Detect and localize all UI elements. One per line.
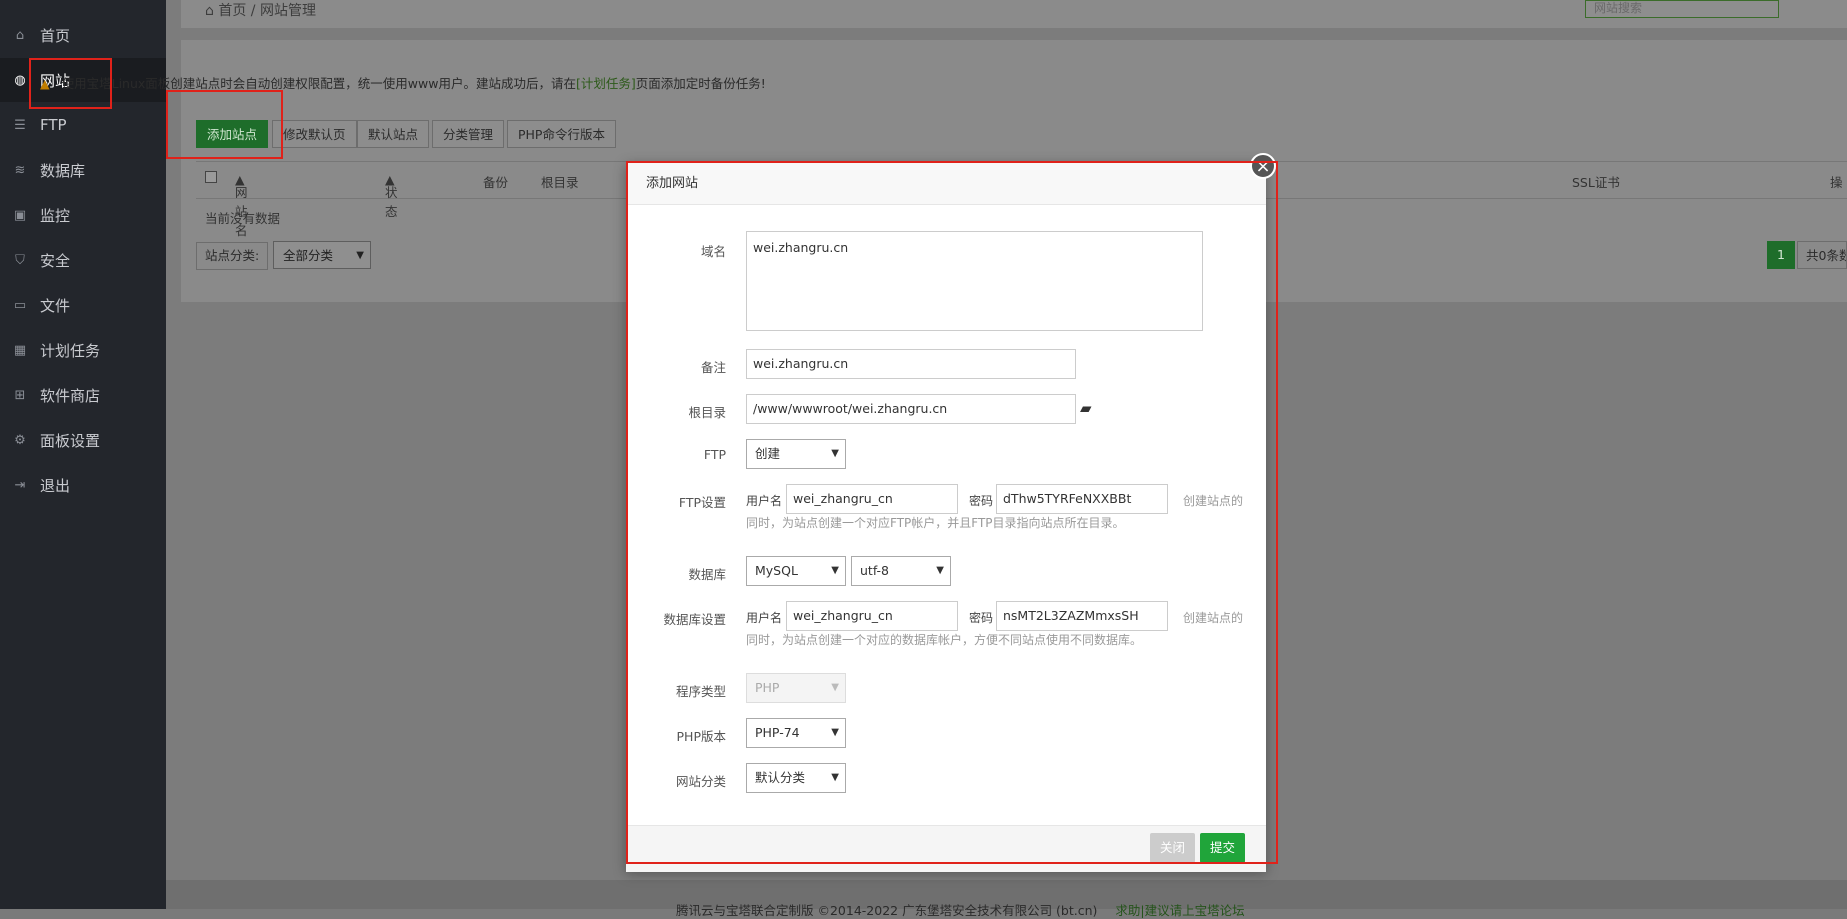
sidebar-item-label: 退出: [40, 476, 71, 495]
col-status[interactable]: 状态 ▲: [385, 172, 398, 219]
shield-icon: ⛉: [15, 252, 25, 268]
sidebar-item-label: FTP: [40, 116, 67, 134]
sidebar-item-label: 文件: [40, 296, 71, 315]
breadcrumb-separator: /: [250, 3, 260, 19]
sidebar-item-label: 数据库: [40, 161, 86, 180]
sidebar-item-label: 监控: [40, 206, 71, 225]
folder-icon: ▭: [13, 297, 27, 313]
sidebar-item-ftp[interactable]: ☰ FTP: [0, 103, 166, 147]
sidebar-item-label: 面板设置: [40, 431, 101, 450]
notice-text: 使用宝塔Linux面板创建站点时会自动创建权限配置，统一使用www用户。建站成功…: [61, 76, 576, 91]
footer-text: 腾讯云与宝塔联合定制版 ©2014-2022 广东堡塔安全技术有限公司 (bt.…: [676, 900, 1245, 919]
database-icon: ≋: [14, 162, 26, 178]
gear-icon: ⚙: [14, 432, 26, 448]
notice-text-end: 页面添加定时备份任务!: [635, 76, 766, 91]
sidebar-item-label: 安全: [40, 251, 71, 270]
sidebar-item-logout[interactable]: ⇥ 退出: [0, 463, 166, 507]
search-input[interactable]: 网站搜索: [1585, 0, 1779, 18]
cron-link[interactable]: [计划任务]: [576, 76, 636, 91]
sidebar: ⌂ 首页 ◍ 网站 ☰ FTP ≋ 数据库 ▣ 监控 ⛉ 安全 ▭ 文件 ▦ 计…: [0, 0, 166, 909]
sidebar-item-label: 软件商店: [40, 386, 101, 405]
col-backup: 备份: [483, 175, 509, 190]
sidebar-item-files[interactable]: ▭ 文件: [0, 283, 166, 327]
server-icon: ☰: [14, 117, 26, 133]
sidebar-item-home[interactable]: ⌂ 首页: [0, 13, 166, 57]
copyright: 腾讯云与宝塔联合定制版 ©2014-2022 广东堡塔安全技术有限公司 (bt.…: [676, 903, 1098, 918]
breadcrumb-home[interactable]: 首页: [218, 3, 246, 19]
logout-icon: ⇥: [14, 477, 26, 493]
sidebar-item-label: 首页: [40, 26, 71, 45]
select-all-checkbox[interactable]: [205, 171, 217, 183]
sidebar-item-label: 计划任务: [40, 341, 101, 360]
sidebar-item-database[interactable]: ≋ 数据库: [0, 148, 166, 192]
breadcrumb-current: 网站管理: [259, 3, 316, 19]
sidebar-item-store[interactable]: ⊞ 软件商店: [0, 373, 166, 417]
highlight-modal: [626, 161, 1278, 864]
sidebar-item-monitor[interactable]: ▣ 监控: [0, 193, 166, 237]
monitor-icon: ▣: [13, 207, 27, 223]
category-select-value: 全部分类: [283, 248, 334, 263]
sidebar-item-security[interactable]: ⛉ 安全: [0, 238, 166, 282]
col-ops: 操: [1830, 175, 1843, 190]
sidebar-item-cron[interactable]: ▦ 计划任务: [0, 328, 166, 372]
highlight-website-nav: [29, 58, 112, 109]
empty-message: 当前没有数据: [205, 211, 281, 226]
col-status-label: 状态: [385, 185, 398, 219]
col-name[interactable]: 网站名 ▲: [235, 172, 248, 238]
notice-bar: ▲ 使用宝塔Linux面板创建站点时会自动创建权限配置，统一使用www用户。建站…: [40, 73, 766, 92]
grid-icon: ⊞: [14, 387, 26, 403]
page-total: 共0条数据: [1797, 241, 1847, 269]
breadcrumb: ⌂ 首页 / 网站管理: [205, 0, 316, 20]
home-icon: ⌂: [205, 3, 214, 19]
page-current[interactable]: 1: [1767, 241, 1795, 269]
php-cli-version-button[interactable]: PHP命令行版本: [507, 120, 616, 148]
category-label: 站点分类:: [196, 242, 269, 270]
category-manage-button[interactable]: 分类管理: [432, 120, 505, 148]
calendar-icon: ▦: [13, 342, 27, 358]
highlight-add-site: [166, 90, 283, 159]
col-ssl: SSL证书: [1572, 175, 1620, 190]
sidebar-item-settings[interactable]: ⚙ 面板设置: [0, 418, 166, 462]
home-icon: ⌂: [15, 27, 25, 43]
category-select[interactable]: 全部分类 ▼: [273, 241, 371, 269]
col-root: 根目录: [541, 175, 579, 190]
default-site-button[interactable]: 默认站点: [357, 120, 430, 148]
chevron-down-icon: ▼: [356, 250, 364, 261]
edit-default-page-button[interactable]: 修改默认页: [272, 120, 357, 148]
forum-link[interactable]: 求助|建议请上宝塔论坛: [1115, 903, 1244, 918]
